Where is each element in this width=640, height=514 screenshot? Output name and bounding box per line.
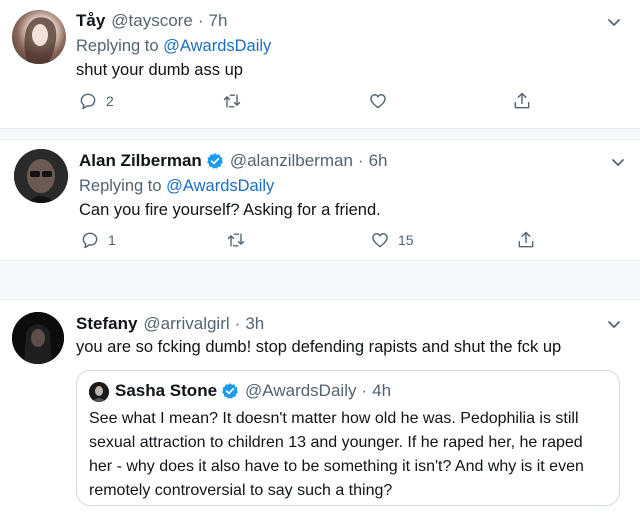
timestamp[interactable]: 3h [245,314,264,334]
user-handle[interactable]: @arrivalgirl [143,314,229,334]
share-icon [518,231,534,248]
chevron-down-icon[interactable] [610,154,626,170]
mention-link[interactable]: @AwardsDaily [166,177,274,195]
retweet-icon [223,94,241,108]
retweet-button[interactable] [226,230,246,250]
timestamp[interactable]: 4h [372,381,391,401]
reply-icon [80,93,96,110]
avatar-image [14,149,68,203]
retweet-button[interactable] [222,91,242,111]
quoted-tweet[interactable]: Sasha Stone @AwardsDaily · 4h See what I… [76,370,620,506]
verified-badge-icon [222,383,238,399]
share-button[interactable] [516,230,536,250]
replying-label: Replying to [79,177,162,195]
replying-to: Replying to @AwardsDaily [79,177,274,196]
verified-badge-icon [206,153,223,169]
separator-dot: · [197,11,204,30]
like-count: 15 [398,232,414,248]
display-name[interactable]: Sasha Stone [115,381,217,401]
tweet-text: shut your dumb ass up [76,61,243,79]
timestamp[interactable]: 6h [369,151,388,171]
like-icon [370,94,386,109]
user-handle[interactable]: @AwardsDaily [245,381,356,401]
like-button[interactable]: 15 [370,230,414,250]
avatar-image [12,312,64,364]
replying-label: Replying to [76,37,159,55]
share-button[interactable] [512,91,532,111]
quoted-text: See what I mean? It doesn't matter how o… [89,410,584,499]
quoted-header: Sasha Stone @AwardsDaily · 4h [115,381,391,401]
divider-line [0,260,640,261]
chevron-down-icon[interactable] [606,14,622,30]
reply-count: 2 [106,93,114,109]
timestamp[interactable]: 7h [208,11,227,31]
divider [0,260,640,300]
user-handle[interactable]: @alanzilberman [230,151,353,171]
tweet-header: Tåy @tayscore · 7h [76,11,227,31]
avatar-image [24,17,57,64]
user-handle[interactable]: @tayscore [111,11,193,31]
replying-to: Replying to @AwardsDaily [76,37,271,56]
reply-icon [82,232,98,249]
avatar[interactable] [12,312,64,364]
reply-count: 1 [108,232,116,248]
avatar[interactable] [12,10,66,64]
tweet-text: you are so fcking dumb! stop defending r… [76,338,562,356]
separator-dot: · [361,381,368,400]
display-name[interactable]: Stefany [76,314,137,334]
divider-line [0,128,640,129]
display-name[interactable]: Alan Zilberman [79,151,202,171]
retweet-icon [227,233,245,247]
tweet-1[interactable]: Tåy @tayscore · 7h Replying to @AwardsDa… [0,0,640,128]
tweet-2[interactable]: Alan Zilberman @alanzilberman · 6h Reply… [0,140,640,260]
avatar[interactable] [89,382,109,402]
tweet-header: Alan Zilberman @alanzilberman · 6h [79,151,388,171]
like-button[interactable] [368,91,388,111]
avatar[interactable] [14,149,68,203]
avatar-image [89,382,109,402]
share-icon [514,92,530,109]
separator-dot: · [357,151,364,170]
like-icon [372,233,388,248]
reply-button[interactable]: 2 [78,91,114,111]
mention-link[interactable]: @AwardsDaily [163,37,271,55]
chevron-down-icon[interactable] [606,316,622,332]
reply-button[interactable]: 1 [80,230,116,250]
tweet-header: Stefany @arrivalgirl · 3h [76,314,264,334]
tweet-text: Can you fire yourself? Asking for a frie… [79,201,381,219]
display-name[interactable]: Tåy [76,11,105,31]
separator-dot: · [234,314,241,333]
